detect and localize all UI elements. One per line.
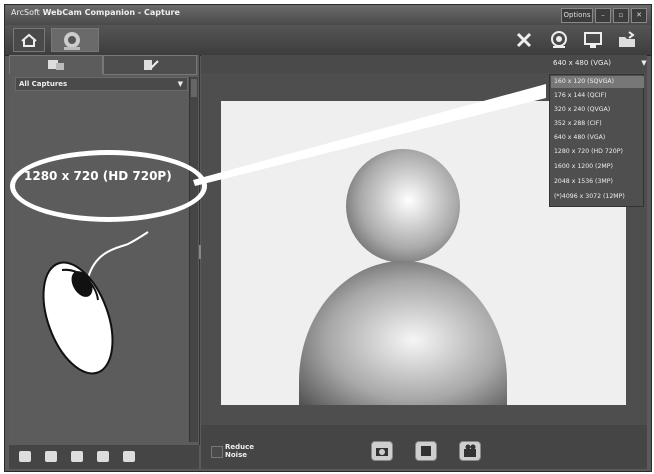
callout-pointer: [193, 84, 546, 186]
callout-ellipse: [10, 150, 207, 222]
annotation-overlay: [42, 84, 546, 375]
callout-text: 1280 x 720 (HD 720P): [24, 169, 172, 183]
mouse-icon: [42, 231, 149, 375]
